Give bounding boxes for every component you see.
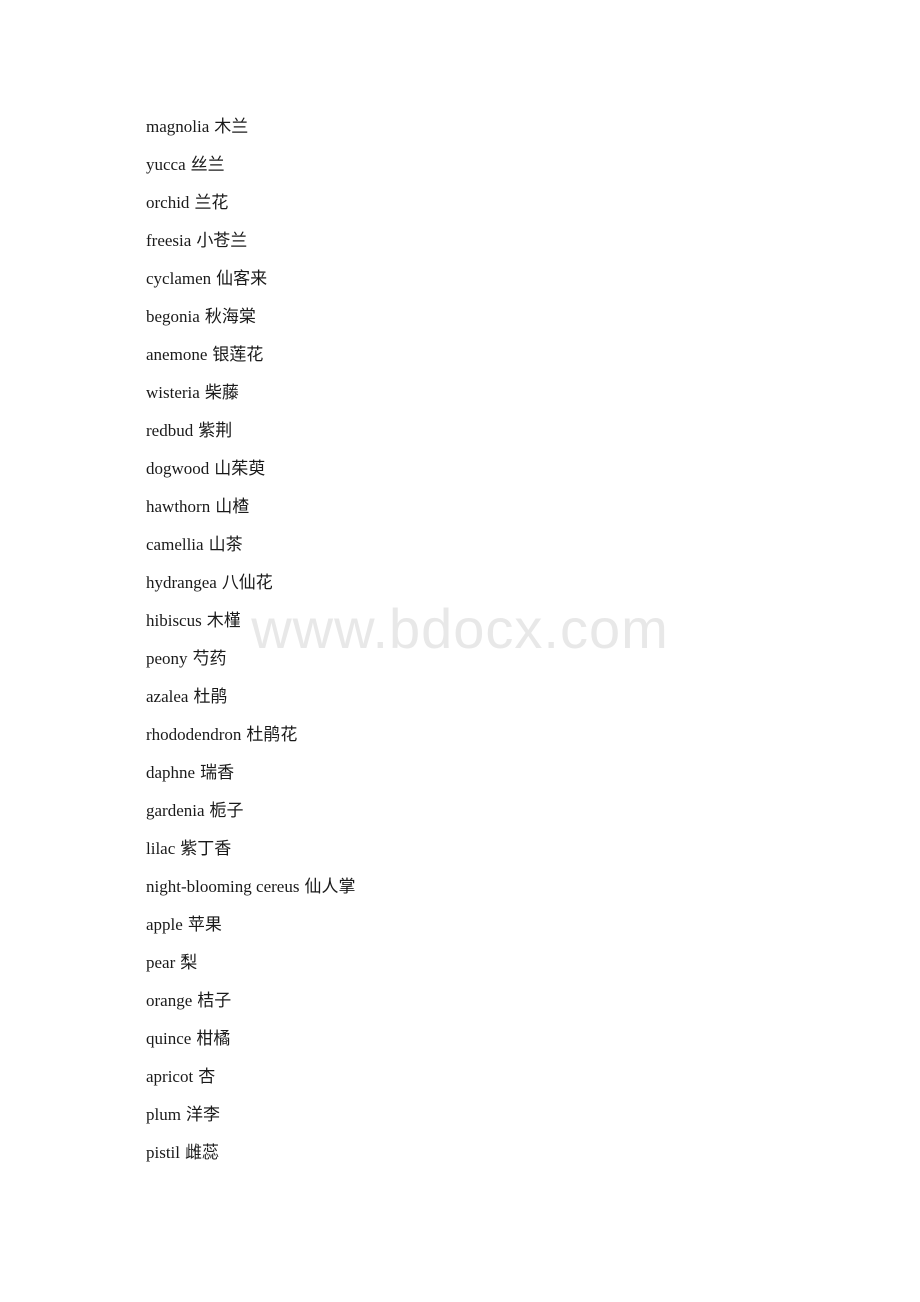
vocabulary-entry: pear 梨 <box>146 944 860 982</box>
vocabulary-entry: wisteria 柴藤 <box>146 374 860 412</box>
vocabulary-term: rhododendron <box>146 725 242 744</box>
vocabulary-gloss: 紫丁香 <box>180 839 232 858</box>
vocabulary-gloss: 芍药 <box>192 649 227 668</box>
vocabulary-entry: pistil 雌蕊 <box>146 1134 860 1172</box>
vocabulary-gloss: 洋李 <box>185 1105 220 1124</box>
vocabulary-term: yucca <box>146 155 186 174</box>
vocabulary-entry: apricot 杏 <box>146 1058 860 1096</box>
vocabulary-entry: daphne 瑞香 <box>146 754 860 792</box>
vocabulary-entry: magnolia 木兰 <box>146 108 860 146</box>
vocabulary-gloss: 山茱萸 <box>214 459 266 478</box>
vocabulary-term: night-blooming cereus <box>146 877 300 896</box>
vocabulary-gloss: 瑞香 <box>200 763 235 782</box>
vocabulary-term: quince <box>146 1029 192 1048</box>
vocabulary-entry: azalea 杜鹃 <box>146 678 860 716</box>
vocabulary-term: plum <box>146 1105 181 1124</box>
vocabulary-gloss: 梨 <box>180 953 198 972</box>
vocabulary-term: wisteria <box>146 383 200 402</box>
vocabulary-gloss: 兰花 <box>194 193 229 212</box>
vocabulary-entry: lilac 紫丁香 <box>146 830 860 868</box>
vocabulary-gloss: 八仙花 <box>221 573 273 592</box>
vocabulary-entry: quince 柑橘 <box>146 1020 860 1058</box>
vocabulary-gloss: 雌蕊 <box>185 1143 220 1162</box>
vocabulary-term: dogwood <box>146 459 210 478</box>
vocabulary-entry: peony 芍药 <box>146 640 860 678</box>
vocabulary-term: apple <box>146 915 183 934</box>
vocabulary-list: magnolia 木兰 yucca 丝兰 orchid 兰花 freesia 小苍兰 cycla… <box>146 108 860 1172</box>
vocabulary-entry: apple 苹果 <box>146 906 860 944</box>
vocabulary-gloss: 柑橘 <box>196 1029 231 1048</box>
vocabulary-gloss: 仙人掌 <box>304 877 356 896</box>
vocabulary-term: magnolia <box>146 117 210 136</box>
vocabulary-term: cyclamen <box>146 269 212 288</box>
vocabulary-term: begonia <box>146 307 200 326</box>
vocabulary-gloss: 桔子 <box>197 991 232 1010</box>
vocabulary-entry: redbud 紫荆 <box>146 412 860 450</box>
vocabulary-entry: hydrangea 八仙花 <box>146 564 860 602</box>
vocabulary-gloss: 银莲花 <box>212 345 264 364</box>
vocabulary-term: hawthorn <box>146 497 211 516</box>
vocabulary-term: lilac <box>146 839 176 858</box>
vocabulary-gloss: 杜鹃 <box>193 687 228 706</box>
vocabulary-entry: plum 洋李 <box>146 1096 860 1134</box>
vocabulary-term: apricot <box>146 1067 194 1086</box>
vocabulary-term: gardenia <box>146 801 205 820</box>
vocabulary-gloss: 小苍兰 <box>196 231 248 250</box>
vocabulary-gloss: 木兰 <box>214 117 249 136</box>
document-page: www.bdocx.com magnolia 木兰 yucca 丝兰 orchid 兰花 f… <box>0 0 920 1302</box>
vocabulary-entry: camellia 山茶 <box>146 526 860 564</box>
vocabulary-term: hydrangea <box>146 573 217 592</box>
vocabulary-term: redbud <box>146 421 194 440</box>
vocabulary-entry: freesia 小苍兰 <box>146 222 860 260</box>
vocabulary-term: daphne <box>146 763 196 782</box>
document-body: magnolia 木兰 yucca 丝兰 orchid 兰花 freesia 小苍兰 cycla… <box>146 108 860 1172</box>
vocabulary-term: pear <box>146 953 176 972</box>
vocabulary-entry: hawthorn 山楂 <box>146 488 860 526</box>
vocabulary-term: freesia <box>146 231 192 250</box>
vocabulary-gloss: 山茶 <box>208 535 243 554</box>
vocabulary-term: hibiscus <box>146 611 202 630</box>
vocabulary-entry: cyclamen 仙客来 <box>146 260 860 298</box>
vocabulary-entry: gardenia 栀子 <box>146 792 860 830</box>
vocabulary-term: orange <box>146 991 193 1010</box>
vocabulary-entry: begonia 秋海棠 <box>146 298 860 336</box>
vocabulary-gloss: 柴藤 <box>204 383 239 402</box>
vocabulary-gloss: 苹果 <box>187 915 222 934</box>
vocabulary-entry: yucca 丝兰 <box>146 146 860 184</box>
vocabulary-gloss: 杜鹃花 <box>246 725 298 744</box>
vocabulary-term: pistil <box>146 1143 181 1162</box>
vocabulary-gloss: 木槿 <box>206 611 241 630</box>
vocabulary-entry: orchid 兰花 <box>146 184 860 222</box>
vocabulary-entry: rhododendron 杜鹃花 <box>146 716 860 754</box>
vocabulary-gloss: 丝兰 <box>190 155 225 174</box>
vocabulary-gloss: 秋海棠 <box>204 307 256 326</box>
vocabulary-gloss: 仙客来 <box>216 269 268 288</box>
vocabulary-term: orchid <box>146 193 190 212</box>
vocabulary-term: peony <box>146 649 188 668</box>
vocabulary-entry: hibiscus 木槿 <box>146 602 860 640</box>
vocabulary-term: camellia <box>146 535 204 554</box>
vocabulary-entry: dogwood 山茱萸 <box>146 450 860 488</box>
vocabulary-gloss: 杏 <box>198 1067 216 1086</box>
vocabulary-entry: night-blooming cereus 仙人掌 <box>146 868 860 906</box>
vocabulary-gloss: 栀子 <box>209 801 244 820</box>
vocabulary-gloss: 山楂 <box>215 497 250 516</box>
vocabulary-term: azalea <box>146 687 189 706</box>
vocabulary-term: anemone <box>146 345 208 364</box>
vocabulary-gloss: 紫荆 <box>198 421 233 440</box>
vocabulary-entry: anemone 银莲花 <box>146 336 860 374</box>
vocabulary-entry: orange 桔子 <box>146 982 860 1020</box>
